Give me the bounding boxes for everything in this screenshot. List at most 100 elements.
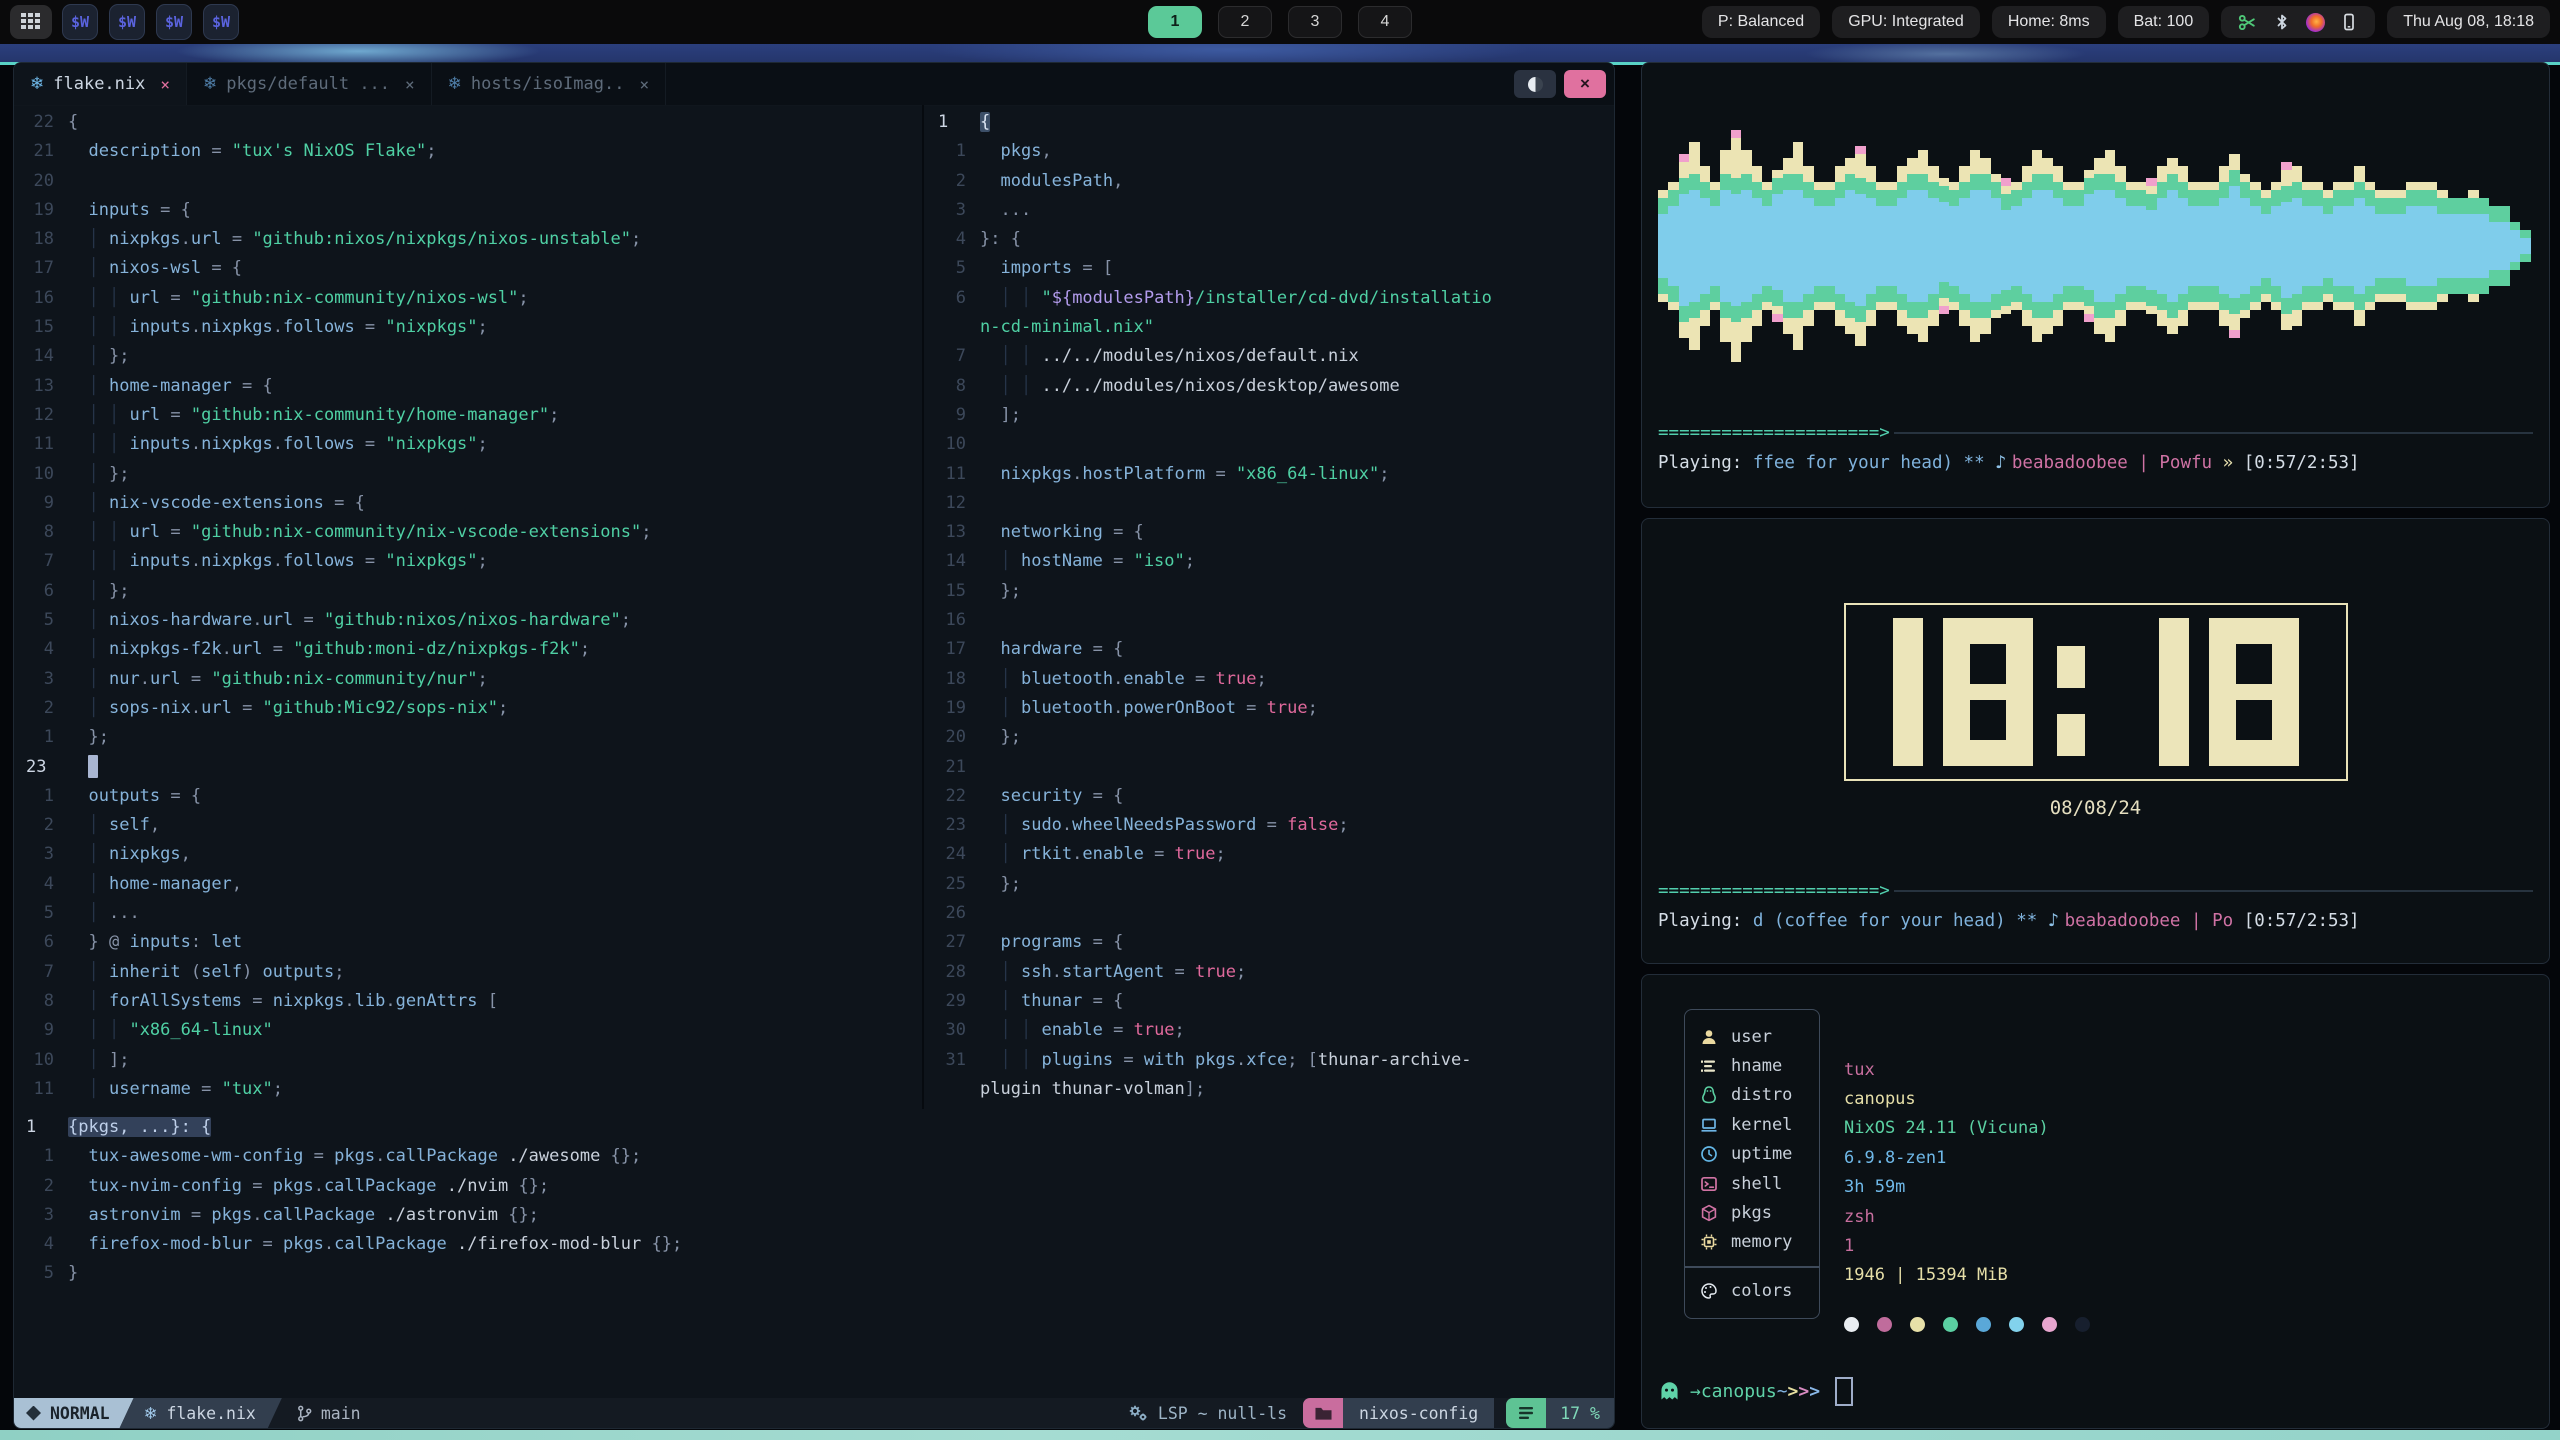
- track-progress-top: =====================>: [1658, 423, 2533, 443]
- buffer-close-button[interactable]: ×: [1564, 70, 1606, 98]
- tab-pkgs-default-[interactable]: ❄pkgs/default ...×: [187, 63, 432, 105]
- visualizer-bar: [2032, 150, 2042, 342]
- tray-item[interactable]: $W: [203, 4, 239, 40]
- code-pane-flake[interactable]: 22{21 description = "tux's NixOS Flake";…: [18, 108, 920, 1108]
- visualizer-bar: [2094, 158, 2104, 334]
- status-pills: P: BalancedGPU: IntegratedHome: 8msBat: …: [1702, 6, 2209, 38]
- code-line: 3 ...: [930, 196, 1612, 225]
- code-line: 22 security = {: [930, 782, 1612, 811]
- clock-pill[interactable]: Thu Aug 08, 18:18: [2387, 6, 2550, 38]
- visualizer-bar: [2365, 182, 2375, 310]
- visualizer-bar: [1689, 142, 1699, 350]
- code-line: 2 │ sops-nix.url = "github:Mic92/sops-ni…: [18, 694, 920, 723]
- visualizer-bar: [1918, 150, 1928, 342]
- list-icon: [1699, 1056, 1719, 1076]
- tray: $W $W $W $W: [62, 4, 239, 40]
- statusline: NORMAL ❄flake.nix main LSP ~ null-ls nix…: [14, 1398, 1614, 1428]
- visualizer-bar: [2042, 158, 2052, 334]
- phone-icon[interactable]: [2339, 12, 2359, 32]
- code-line: 22{: [18, 108, 920, 137]
- tag-2[interactable]: 2: [1218, 6, 1272, 38]
- tab-hosts-isoImag-[interactable]: ❄hosts/isoImag..×: [432, 63, 666, 105]
- launcher-button[interactable]: [10, 5, 52, 39]
- code-line: 31 │ │ plugins = with pkgs.xfce; [thunar…: [930, 1046, 1612, 1075]
- line-number: 6: [930, 284, 980, 313]
- line-number: 16: [18, 284, 68, 313]
- window-split[interactable]: [922, 105, 924, 1109]
- code-line: 21 description = "tux's NixOS Flake";: [18, 137, 920, 166]
- visualizer-bar: [2063, 182, 2073, 310]
- line-number: 29: [930, 987, 980, 1016]
- line-number: 7: [18, 958, 68, 987]
- line-number: 20: [930, 723, 980, 752]
- status-pill-0: P: Balanced: [1702, 6, 1820, 38]
- code-line: 1 outputs = {: [18, 782, 920, 811]
- fetch-label-user: user: [1685, 1022, 1819, 1051]
- code-line: 1 pkgs,: [930, 137, 1612, 166]
- line-number: 11: [930, 460, 980, 489]
- line-number: 23: [18, 753, 68, 782]
- visualizer-bar: [1855, 146, 1865, 346]
- visualizer-bar: [2240, 174, 2250, 318]
- visualizer-bar: [2489, 206, 2499, 286]
- code-line: 16: [930, 606, 1612, 635]
- line-number: 7: [18, 547, 68, 576]
- visualizer-bar: [2427, 182, 2437, 310]
- buffer-toggle-button[interactable]: [1514, 70, 1556, 98]
- line-number: 10: [18, 460, 68, 489]
- visualizer-bar: [2281, 162, 2291, 330]
- code-line: 10: [930, 430, 1612, 459]
- tag-3[interactable]: 3: [1288, 6, 1342, 38]
- vim-icon: [26, 1406, 41, 1421]
- fetch-label-kernel: kernel: [1685, 1110, 1819, 1139]
- copyq-scissors-icon[interactable]: [2237, 12, 2258, 33]
- code-pane-iso[interactable]: 1{1 pkgs,2 modulesPath,3 ...4}: {5 impor…: [930, 108, 1612, 1108]
- visualizer-bar: [1897, 166, 1907, 326]
- tray-item[interactable]: $W: [156, 4, 192, 40]
- code-line: 1{pkgs, ...}: {: [18, 1113, 1612, 1142]
- code-line: 4}: {: [930, 225, 1612, 254]
- shell-prompt[interactable]: → canopus ~ >>>: [1658, 1377, 1853, 1406]
- code-line: 1 tux-awesome-wm-config = pkgs.callPacka…: [18, 1142, 1612, 1171]
- visualizer-bar: [2011, 182, 2021, 310]
- visualizer-bar: [2354, 166, 2364, 326]
- line-number: 4: [18, 870, 68, 899]
- folder-icon: [1314, 1405, 1333, 1422]
- line-number: 15: [18, 313, 68, 342]
- code-line: 27 programs = {: [930, 928, 1612, 957]
- tag-4[interactable]: 4: [1358, 6, 1412, 38]
- digital-clock: [1844, 603, 2348, 781]
- line-number: 22: [930, 782, 980, 811]
- fetch-value-distro: NixOS 24.11 (Vicuna): [1844, 1114, 2090, 1143]
- line-number: 3: [18, 1201, 68, 1230]
- visualizer-bar: [1700, 166, 1710, 326]
- eye-icon: [1528, 77, 1543, 92]
- bluetooth-icon[interactable]: [2272, 12, 2292, 32]
- line-number: 5: [18, 606, 68, 635]
- line-number: 13: [930, 518, 980, 547]
- line-number: 5: [18, 1259, 68, 1288]
- visualizer-bar: [1762, 182, 1772, 310]
- terminal-cursor[interactable]: [1835, 1377, 1853, 1406]
- line-number: 11: [18, 1075, 68, 1104]
- visualizer-bar: [2302, 182, 2312, 310]
- firefox-nightly-icon[interactable]: [2306, 13, 2325, 32]
- topbar-right-group: P: BalancedGPU: IntegratedHome: 8msBat: …: [1702, 6, 2550, 38]
- tab-flake-nix[interactable]: ❄flake.nix×: [14, 63, 187, 105]
- status-pill-2: Home: 8ms: [1992, 6, 2106, 38]
- line-number: 3: [930, 196, 980, 225]
- visualizer-bar: [2198, 182, 2208, 310]
- buffer-tabs: ❄flake.nix×❄pkgs/default ...×❄hosts/isoI…: [14, 63, 666, 105]
- code-line: 17 │ nixos-wsl = {: [18, 254, 920, 283]
- code-line: 4 firefox-mod-blur = pkgs.callPackage ./…: [18, 1230, 1612, 1259]
- visualizer-bar: [2437, 190, 2447, 302]
- tray-item[interactable]: $W: [62, 4, 98, 40]
- bufferline-buttons: ×: [1514, 63, 1614, 105]
- line-number: 17: [18, 254, 68, 283]
- line-number: 1: [930, 137, 980, 166]
- fetch-value-shell: zsh: [1844, 1202, 2090, 1231]
- terminal-window: userhnamedistrokerneluptimeshellpkgsmemo…: [1641, 974, 2550, 1429]
- code-pane-packages[interactable]: 1{pkgs, ...}: {1 tux-awesome-wm-config =…: [18, 1113, 1612, 1299]
- tray-item[interactable]: $W: [109, 4, 145, 40]
- tag-1[interactable]: 1: [1148, 6, 1202, 38]
